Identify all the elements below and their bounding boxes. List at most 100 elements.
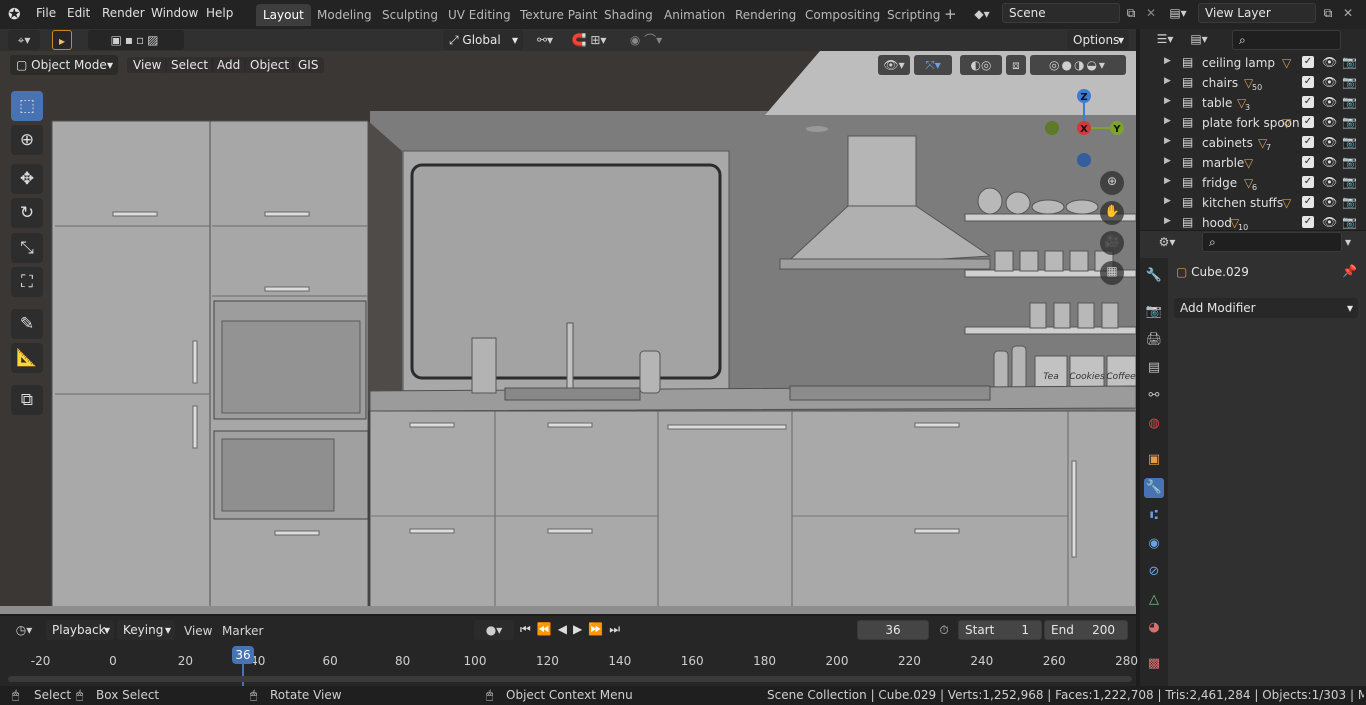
add-cube-tool-icon[interactable]: ⧉ (11, 385, 43, 415)
exclude-checkbox[interactable]: ✓ (1302, 136, 1314, 148)
tab-shading[interactable]: Shading (597, 4, 660, 26)
output-tab-icon[interactable]: 🖨 (1144, 330, 1164, 350)
outliner-item-label[interactable]: table (1202, 96, 1232, 110)
expand-arrow-icon[interactable]: ▶ (1164, 156, 1171, 166)
outliner-item[interactable]: ▶ ▤ chairs ▽ 50 ✓ 👁 📷 (1140, 73, 1366, 93)
blender-logo-icon[interactable]: ✪ (8, 5, 26, 23)
texture-tab-icon[interactable]: ▩ (1144, 654, 1164, 674)
data-tab-icon[interactable]: △ (1144, 590, 1164, 610)
view-layer-field[interactable]: View Layer (1198, 3, 1316, 23)
copy-view-layer-icon[interactable]: ⧉ (1318, 3, 1338, 23)
outliner-item[interactable]: ▶ ▤ hood ▽ 10 ✓ 👁 📷 (1140, 213, 1366, 230)
particles-tab-icon[interactable]: ⑆ (1144, 506, 1164, 526)
outliner-item[interactable]: ▶ ▤ ceiling lamp ▽ ✓ 👁 📷 (1140, 53, 1366, 73)
expand-arrow-icon[interactable]: ▶ (1164, 96, 1171, 106)
add-workspace-icon[interactable]: + (944, 5, 957, 23)
outliner-item-label[interactable]: hood (1202, 216, 1232, 230)
zoom-icon[interactable]: ⊕ (1100, 171, 1124, 195)
outliner-item-label[interactable]: marble (1202, 156, 1244, 170)
constraints-tab-icon[interactable]: ⊘ (1144, 562, 1164, 582)
active-tool-icon[interactable]: ▸ (52, 30, 72, 50)
xray-icon[interactable]: ⧈ (1006, 55, 1026, 75)
menu-object[interactable]: Object (244, 57, 296, 73)
camera-icon[interactable]: 📷 (1342, 195, 1357, 209)
outliner-item[interactable]: ▶ ▤ plate fork spoon ▽ ✓ 👁 📷 (1140, 113, 1366, 133)
scene-tab-icon[interactable]: ⚯ (1144, 386, 1164, 406)
expand-arrow-icon[interactable]: ▶ (1164, 56, 1171, 66)
outliner-item-label[interactable]: fridge (1202, 176, 1237, 190)
select-box-tool-icon[interactable]: ⬚ (11, 91, 43, 121)
pin-icon[interactable]: 📌 (1342, 264, 1357, 278)
annotate-tool-icon[interactable]: ✎ (11, 309, 43, 339)
expand-arrow-icon[interactable]: ▶ (1164, 116, 1171, 126)
menu-add[interactable]: Add (211, 57, 247, 73)
transform-tool-icon[interactable]: ⛶ (11, 267, 43, 297)
menu-window[interactable]: Window (151, 6, 198, 20)
tab-sculpting[interactable]: Sculpting (375, 4, 445, 26)
object-tab-icon[interactable]: ▣ (1144, 450, 1164, 470)
eye-icon[interactable]: 👁 (1322, 95, 1337, 109)
material-tab-icon[interactable]: ◕ (1144, 618, 1164, 638)
camera-icon[interactable]: 📷 (1342, 115, 1357, 129)
selection-mode-icons[interactable]: ▣▪▫▨ (88, 30, 184, 50)
cursor-tool-icon[interactable]: ⊕ (11, 125, 43, 155)
eye-icon[interactable]: 👁 (1322, 115, 1337, 129)
camera-icon[interactable]: 📷 (1342, 215, 1357, 229)
exclude-checkbox[interactable]: ✓ (1302, 76, 1314, 88)
tab-rendering[interactable]: Rendering (728, 4, 803, 26)
expand-arrow-icon[interactable]: ▶ (1164, 136, 1171, 146)
exclude-checkbox[interactable]: ✓ (1302, 196, 1314, 208)
tab-scripting[interactable]: Scripting (880, 4, 947, 26)
orientation-dropdown[interactable]: ⤢ Global ▾ (443, 30, 523, 50)
menu-select[interactable]: Select (165, 57, 215, 73)
scene-field[interactable]: Scene (1002, 3, 1120, 23)
close-view-layer-icon[interactable]: ✕ (1338, 3, 1358, 23)
eye-icon[interactable]: 👁 (1322, 75, 1337, 89)
neg-z-axis-handle[interactable] (1077, 153, 1091, 167)
menu-file[interactable]: File (36, 6, 56, 20)
tab-modeling[interactable]: Modeling (310, 4, 379, 26)
visibility-icon[interactable]: 👁▾ (878, 55, 910, 75)
close-scene-icon[interactable]: ✕ (1141, 3, 1161, 23)
object-mode-dropdown[interactable]: ▢ Object Mode ▾ (10, 55, 118, 75)
menu-render[interactable]: Render (102, 6, 145, 20)
scene-icon[interactable]: ◆▾ (972, 4, 992, 24)
exclude-checkbox[interactable]: ✓ (1302, 216, 1314, 228)
proportional-edit-icon[interactable]: ◉ ⌒▾ (620, 30, 672, 50)
properties-search-input[interactable]: ⌕ (1202, 232, 1342, 252)
camera-icon[interactable]: 📷 (1342, 155, 1357, 169)
scale-tool-icon[interactable]: ⤡ (11, 233, 43, 263)
outliner-item[interactable]: ▶ ▤ kitchen stuffs ▽ ✓ 👁 📷 (1140, 193, 1366, 213)
neg-y-axis-handle[interactable] (1045, 121, 1059, 135)
tab-uv-editing[interactable]: UV Editing (441, 4, 518, 26)
eye-icon[interactable]: 👁 (1322, 135, 1337, 149)
tool-tab-icon[interactable]: 🔧 (1144, 266, 1164, 286)
physics-tab-icon[interactable]: ◉ (1144, 534, 1164, 554)
menu-help[interactable]: Help (206, 6, 233, 20)
properties-editor-icon[interactable]: ⚙▾ (1150, 232, 1184, 252)
navigation-gizmo[interactable]: Z X Y (1030, 89, 1136, 169)
render-tab-icon[interactable]: 📷 (1144, 302, 1164, 322)
rotate-tool-icon[interactable]: ↻ (11, 198, 43, 228)
expand-arrow-icon[interactable]: ▶ (1164, 196, 1171, 206)
outliner-item[interactable]: ▶ ▤ cabinets ▽ 7 ✓ 👁 📷 (1140, 133, 1366, 153)
outliner-item[interactable]: ▶ ▤ marble ▽ ✓ 👁 📷 (1140, 153, 1366, 173)
outliner-item-label[interactable]: kitchen stuffs (1202, 196, 1283, 210)
move-tool-icon[interactable]: ✥ (11, 164, 43, 194)
timeline-scrollbar[interactable] (8, 676, 1132, 682)
expand-arrow-icon[interactable]: ▶ (1164, 216, 1171, 226)
copy-scene-icon[interactable]: ⧉ (1121, 3, 1141, 23)
outliner-item-label[interactable]: cabinets (1202, 136, 1253, 150)
world-tab-icon[interactable]: ◍ (1144, 414, 1164, 434)
menu-edit[interactable]: Edit (67, 6, 90, 20)
camera-icon[interactable]: 📷 (1342, 55, 1357, 69)
gizmo-toggle-icon[interactable]: ⤧▾ (914, 55, 952, 75)
options-dropdown[interactable]: Options ▾ (1067, 30, 1129, 50)
exclude-checkbox[interactable]: ✓ (1302, 116, 1314, 128)
camera-icon[interactable]: 📷 (1342, 175, 1357, 189)
view-layer-icon[interactable]: ▤▾ (1168, 3, 1188, 23)
camera-icon[interactable]: 📷 (1342, 75, 1357, 89)
eye-icon[interactable]: 👁 (1322, 175, 1337, 189)
modifier-tab-icon[interactable]: 🔧 (1144, 478, 1164, 498)
view-layer-tab-icon[interactable]: ▤ (1144, 358, 1164, 378)
